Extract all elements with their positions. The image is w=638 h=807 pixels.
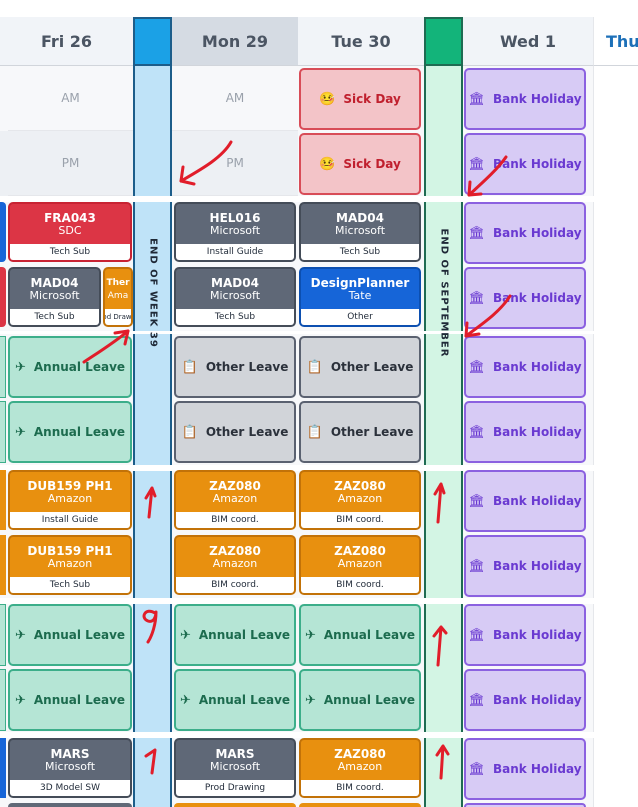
sick-day-block[interactable]: 🤒 Sick Day	[299, 68, 421, 130]
day-header-wed: Wed 1	[463, 17, 593, 66]
sick-face-icon: 🤒	[319, 156, 336, 172]
bank-icon: 🏛	[468, 692, 485, 708]
job-card[interactable]: MAD04 Microsoft Tech Sub	[174, 267, 296, 327]
thu-column-bg	[593, 66, 638, 807]
airplane-icon: ✈	[304, 692, 316, 708]
calendar-view: { "days": [ {"label": "Fri 26"}, {"label…	[0, 0, 638, 807]
bank-icon: 🏛	[468, 761, 485, 777]
bank-icon: 🏛	[468, 424, 485, 440]
clipboard-icon: 📋	[181, 424, 198, 440]
end-of-month-marker: END OF SEPTEMBER	[438, 228, 450, 358]
bank-icon: 🏛	[468, 359, 485, 375]
other-leave-block[interactable]: 📋 Other Leave	[299, 336, 421, 398]
bank-icon: 🏛	[468, 558, 485, 574]
bank-holiday-block[interactable]: 🏛 Bank Holiday	[464, 669, 586, 731]
month-marker-column	[424, 17, 463, 807]
job-card[interactable]: ZAZ080 Amazon BIM coord.	[299, 738, 421, 798]
annual-leave-block[interactable]: ✈ Annual Leave	[299, 669, 421, 731]
month-marker-header	[424, 17, 463, 66]
bank-holiday-block[interactable]: 🏛 Bank Holiday	[464, 535, 586, 597]
job-card[interactable]: ZAZ080 Amazon BIM coord.	[299, 470, 421, 530]
am-label: AM	[172, 66, 298, 131]
annual-leave-block[interactable]: ✈ Annual Leave	[174, 604, 296, 666]
job-card[interactable]: DUB159 PH1 Amazon Tech Sub	[8, 535, 132, 595]
bank-icon: 🏛	[468, 290, 485, 306]
clipboard-icon: 📋	[181, 359, 198, 375]
job-card[interactable]: MARS Microsoft Prod Drawing	[174, 738, 296, 798]
clipboard-icon: 📋	[306, 424, 323, 440]
bank-icon: 🏛	[468, 91, 485, 107]
day-header-mon: Mon 29	[172, 17, 298, 66]
bank-icon: 🏛	[468, 225, 485, 241]
bank-holiday-block[interactable]: 🏛 Bank Holiday	[464, 68, 586, 130]
bank-icon: 🏛	[468, 493, 485, 509]
job-card[interactable]: ZAZ080 Amazon BIM coord.	[174, 535, 296, 595]
am-label: AM	[8, 66, 133, 131]
airplane-icon: ✈	[14, 424, 26, 440]
bank-holiday-block[interactable]: 🏛 Bank Holiday	[464, 133, 586, 195]
annual-leave-block[interactable]: ✈ Annual Leave	[8, 336, 132, 398]
end-of-week-marker: END OF WEEK 39	[147, 238, 159, 348]
job-card[interactable]: DUB159 PH1 Amazon Install Guide	[8, 470, 132, 530]
job-card[interactable]: DesignPlanner Tate Other	[299, 267, 421, 327]
pm-label: PM	[8, 131, 133, 196]
bank-holiday-block[interactable]: 🏛 Bank Holiday	[464, 604, 586, 666]
bank-holiday-block[interactable]: 🏛 Bank Holiday	[464, 470, 586, 532]
job-card[interactable]: TherAma od Drawi	[103, 267, 133, 327]
job-card[interactable]: MAD04 Microsoft Tech Sub	[299, 202, 421, 262]
bank-holiday-block[interactable]: 🏛 Bank Holiday	[464, 401, 586, 463]
airplane-icon: ✈	[304, 627, 316, 643]
clipboard-icon: 📋	[306, 359, 323, 375]
week-marker-column	[133, 17, 172, 807]
annual-leave-block[interactable]: ✈ Annual Leave	[299, 604, 421, 666]
sick-face-icon: 🤒	[319, 91, 336, 107]
annual-leave-block[interactable]: ✈ Annual Leave	[8, 401, 132, 463]
other-leave-block[interactable]: 📋 Other Leave	[174, 336, 296, 398]
other-leave-block[interactable]: 📋 Other Leave	[299, 401, 421, 463]
day-header-thu: Thu	[593, 17, 638, 66]
other-leave-block[interactable]: 📋 Other Leave	[174, 401, 296, 463]
day-header-fri: Fri 26	[0, 17, 133, 66]
bank-holiday-block[interactable]: 🏛 Bank Holiday	[464, 336, 586, 398]
bank-holiday-block[interactable]: 🏛 Bank Holiday	[464, 202, 586, 264]
pm-label: PM	[172, 131, 298, 196]
airplane-icon: ✈	[14, 359, 26, 375]
job-card[interactable]: ZAZ080 Amazon BIM coord.	[174, 470, 296, 530]
airplane-icon: ✈	[179, 627, 191, 643]
annual-leave-block[interactable]: ✈ Annual Leave	[8, 669, 132, 731]
job-card[interactable]: MAD04 Microsoft Tech Sub	[8, 267, 101, 327]
job-card[interactable]: FRA043 SDC Tech Sub	[8, 202, 132, 262]
airplane-icon: ✈	[179, 692, 191, 708]
job-card[interactable]: ZAZ080 Amazon BIM coord.	[299, 535, 421, 595]
day-header-tue: Tue 30	[298, 17, 424, 66]
bank-icon: 🏛	[468, 627, 485, 643]
job-card[interactable]: HEL016 Microsoft Install Guide	[174, 202, 296, 262]
annual-leave-block[interactable]: ✈ Annual Leave	[8, 604, 132, 666]
week-marker-header	[133, 17, 172, 66]
bank-icon: 🏛	[468, 156, 485, 172]
airplane-icon: ✈	[14, 692, 26, 708]
annual-leave-block[interactable]: ✈ Annual Leave	[174, 669, 296, 731]
airplane-icon: ✈	[14, 627, 26, 643]
sick-day-block[interactable]: 🤒 Sick Day	[299, 133, 421, 195]
bank-holiday-block[interactable]: 🏛 Bank Holiday	[464, 738, 586, 800]
bank-holiday-block[interactable]: 🏛 Bank Holiday	[464, 267, 586, 329]
job-card[interactable]: MARS Microsoft 3D Model SW	[8, 738, 132, 798]
